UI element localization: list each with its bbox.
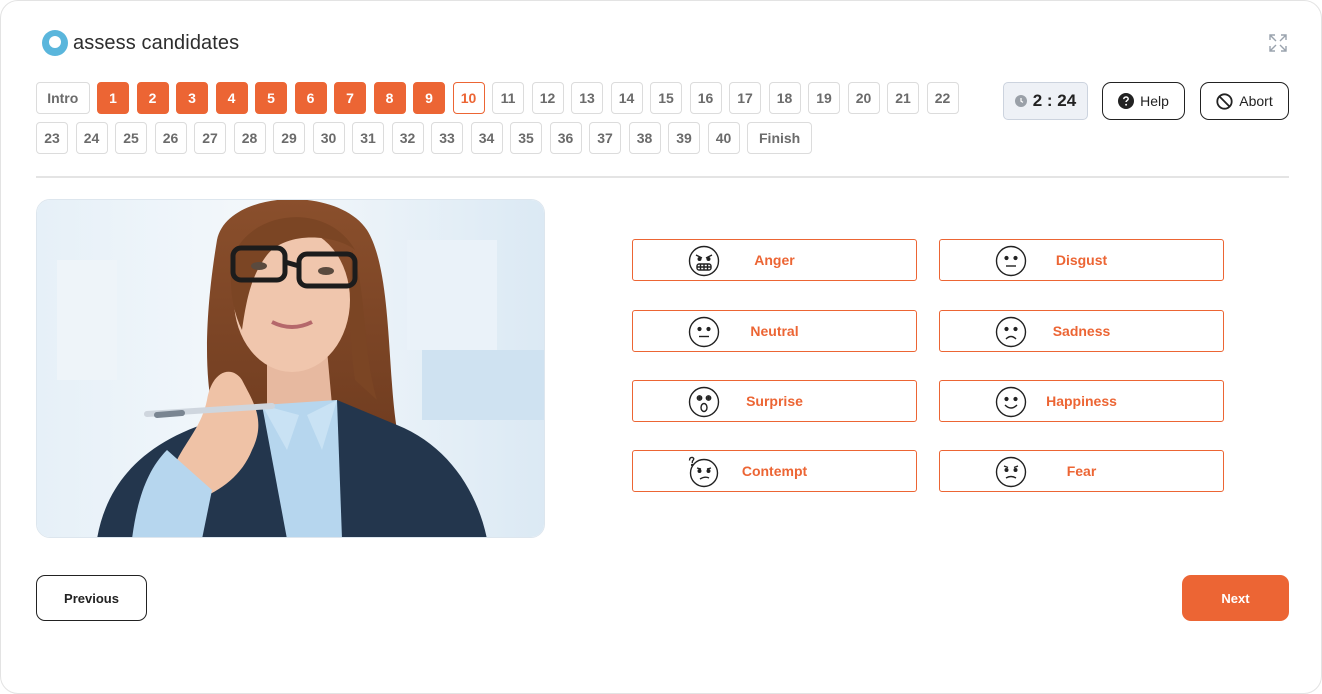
question-button-21[interactable]: 21 [887,82,919,114]
question-button-25[interactable]: 25 [115,122,147,154]
question-button-26[interactable]: 26 [154,122,187,154]
option-label: Happiness [1046,393,1117,409]
question-row-1: Intro 1 2 3 4 5 6 7 8 9 10 11 12 13 14 1… [36,82,966,114]
question-button-12[interactable]: 12 [531,82,564,114]
timer-value: 2 : 24 [1032,91,1077,110]
help-icon [1118,93,1135,109]
question-button-17[interactable]: 17 [729,82,761,114]
question-button-15[interactable]: 15 [650,82,682,114]
option-surprise[interactable]: Surprise [632,380,917,422]
question-button-27[interactable]: 27 [194,122,226,154]
question-button-intro[interactable]: Intro [36,82,90,114]
brand-name: assess candidates [73,31,240,54]
assessment-card: assess candidates Intro 1 2 3 4 5 6 7 8 … [0,0,1322,694]
question-button-35[interactable]: 35 [510,122,542,154]
question-button-29[interactable]: 29 [273,122,305,154]
question-button-3[interactable]: 3 [176,82,208,114]
question-navigator: Intro 1 2 3 4 5 6 7 8 9 10 11 12 13 14 1… [36,82,966,162]
question-button-13[interactable]: 13 [571,82,603,114]
option-fear[interactable]: Fear [939,450,1224,492]
clock-icon [1014,95,1027,107]
option-label: Anger [754,252,795,268]
timer: 2 : 24 [1003,82,1088,120]
help-label: Help [1140,93,1169,109]
abort-button[interactable]: Abort [1200,82,1289,120]
option-label: Contempt [741,463,808,479]
question-button-19[interactable]: 19 [808,82,840,114]
option-contempt[interactable]: Contempt [632,450,917,492]
question-button-14[interactable]: 14 [610,82,643,114]
option-label: Neutral [750,323,799,339]
question-button-4[interactable]: 4 [215,82,248,114]
woman-portrait-image [37,200,544,537]
question-button-7[interactable]: 7 [334,82,366,114]
question-button-9[interactable]: 9 [413,82,445,114]
question-button-28[interactable]: 28 [233,122,266,154]
question-button-22[interactable]: 22 [926,82,959,114]
question-button-10[interactable]: 10 [452,82,485,114]
option-anger[interactable]: Anger [632,239,917,281]
option-neutral[interactable]: Neutral [632,310,917,352]
option-label: Surprise [746,393,803,409]
question-button-30[interactable]: 30 [312,122,345,154]
question-photo [36,199,545,538]
question-button-38[interactable]: 38 [628,122,661,154]
question-button-11[interactable]: 11 [492,82,524,114]
question-button-6[interactable]: 6 [294,82,327,114]
question-button-37[interactable]: 37 [589,122,621,154]
question-button-40[interactable]: 40 [707,122,740,154]
question-button-1[interactable]: 1 [97,82,129,114]
question-button-36[interactable]: 36 [549,122,582,154]
abort-label: Abort [1239,93,1273,109]
previous-button[interactable]: Previous [36,575,147,621]
option-happiness[interactable]: Happiness [939,380,1224,422]
logo: assess candidates [42,30,239,56]
option-sadness[interactable]: Sadness [939,310,1224,352]
question-button-5[interactable]: 5 [255,82,287,114]
question-button-18[interactable]: 18 [768,82,801,114]
option-disgust[interactable]: Disgust [939,239,1224,281]
option-label: Disgust [1055,252,1108,268]
header-divider [36,176,1289,178]
question-button-16[interactable]: 16 [689,82,722,114]
expand-icon[interactable] [1268,33,1288,53]
question-button-8[interactable]: 8 [373,82,406,114]
help-button[interactable]: Help [1102,82,1185,120]
question-button-2[interactable]: 2 [136,82,169,114]
question-button-23[interactable]: 23 [36,122,68,154]
question-button-34[interactable]: 34 [470,122,503,154]
question-button-33[interactable]: 33 [431,122,463,154]
option-label: Sadness [1052,323,1111,339]
option-label: Fear [1066,463,1097,479]
question-button-20[interactable]: 20 [847,82,880,114]
next-button[interactable]: Next [1182,575,1289,621]
question-button-31[interactable]: 31 [352,122,384,154]
logo-mark-icon [42,30,68,56]
question-button-32[interactable]: 32 [391,122,424,154]
question-button-39[interactable]: 39 [668,122,700,154]
question-row-2: 23 24 25 26 27 28 29 30 31 32 33 34 35 3… [36,122,966,154]
question-button-24[interactable]: 24 [75,122,108,154]
finish-button[interactable]: Finish [747,122,813,154]
prohibited-icon [1216,92,1233,110]
